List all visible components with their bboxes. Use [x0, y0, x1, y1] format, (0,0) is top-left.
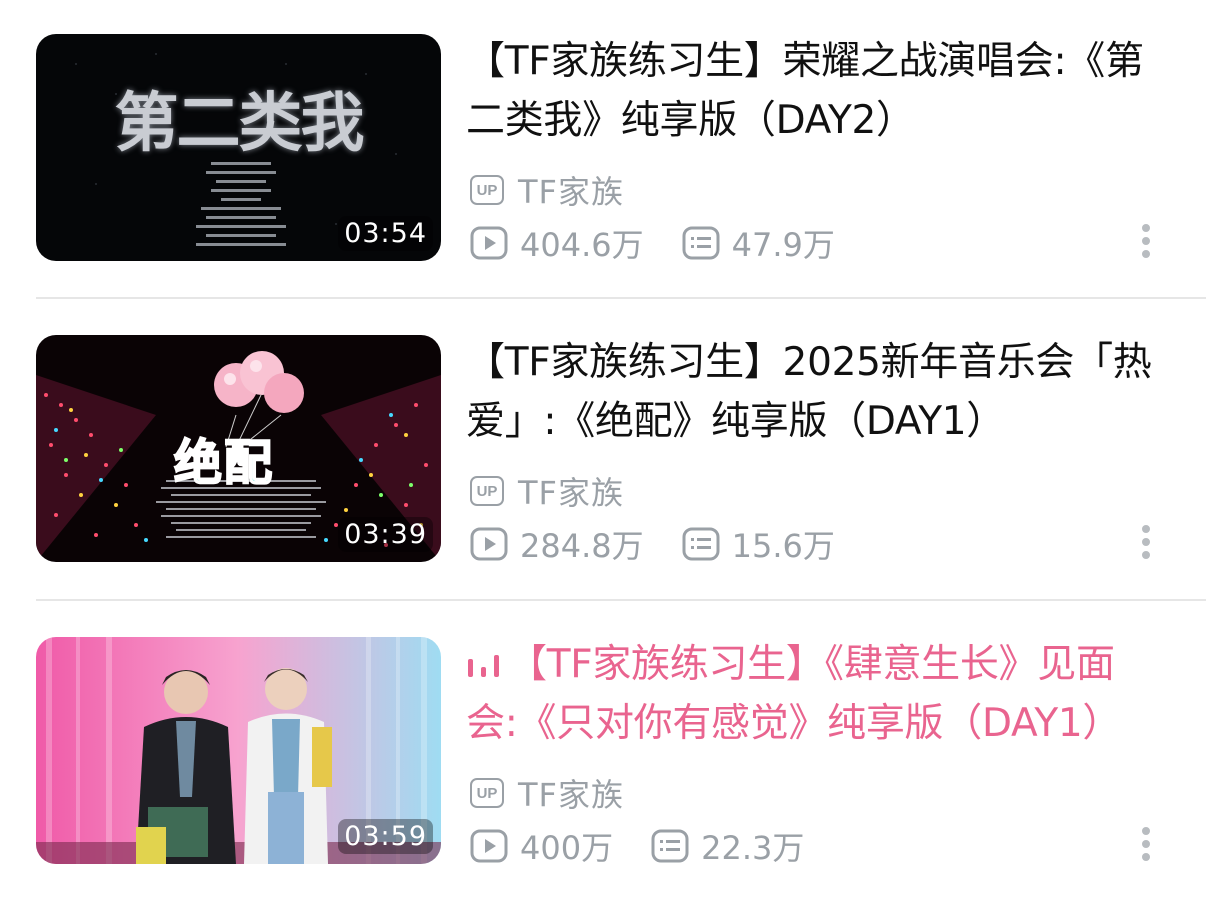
danmaku-icon	[651, 829, 689, 863]
thumbnail-caption: 第二类我	[114, 86, 365, 161]
play-icon	[470, 829, 508, 863]
uploader-name: TF家族	[518, 474, 624, 512]
video-card[interactable]: 绝配 03:39 【TF家族练习生】2025新年音乐会「热 爱」:《绝配》纯享版…	[0, 301, 1206, 601]
comments-count: 15.6万	[731, 527, 835, 565]
thumbnail-caption: 绝配	[173, 434, 275, 492]
video-title[interactable]: 【TF家族练习生】2025新年音乐会「热 爱」:《绝配》纯享版（DAY1）	[466, 333, 1166, 451]
video-title-line: 会:《只对你有感觉》纯享版（DAY1）	[466, 701, 1122, 746]
divider	[36, 599, 1206, 601]
danmaku-icon	[682, 226, 720, 260]
video-title[interactable]: 【TF家族练习生】荣耀之战演唱会:《第 二类我》纯享版（DAY2）	[466, 32, 1166, 150]
views-count: 404.6万	[520, 226, 644, 264]
up-badge-icon: UP	[470, 175, 504, 205]
up-badge-icon: UP	[470, 476, 504, 506]
video-title-line: 【TF家族练习生】《肆意生长》见面	[466, 635, 1166, 694]
video-thumbnail[interactable]: 03:59	[36, 637, 441, 864]
duration-label: 03:54	[338, 216, 433, 251]
more-vertical-icon[interactable]	[1139, 525, 1153, 565]
video-title-line: 【TF家族练习生】荣耀之战演唱会:《第	[466, 39, 1144, 84]
uploader-row[interactable]: UP TF家族	[470, 171, 624, 211]
views-count: 284.8万	[520, 527, 644, 565]
play-icon	[470, 226, 508, 260]
video-title-line-text: 【TF家族练习生】《肆意生长》见面	[508, 642, 1115, 687]
uploader-name: TF家族	[518, 173, 624, 211]
stats-row: 284.8万 15.6万	[470, 523, 835, 565]
video-title[interactable]: 【TF家族练习生】《肆意生长》见面 会:《只对你有感觉》纯享版（DAY1）	[466, 635, 1166, 753]
views-stat: 404.6万	[470, 220, 644, 266]
more-vertical-icon[interactable]	[1139, 827, 1153, 867]
up-badge-icon: UP	[470, 778, 504, 808]
video-title-line: 爱」:《绝配》纯享版（DAY1）	[466, 399, 1005, 444]
comments-count: 22.3万	[701, 829, 805, 867]
video-title-line: 二类我》纯享版（DAY2）	[466, 98, 915, 143]
comments-stat: 47.9万	[682, 220, 835, 266]
video-thumbnail[interactable]: 第二类我 03:54	[36, 34, 441, 261]
views-stat: 284.8万	[470, 521, 644, 567]
comments-stat: 15.6万	[682, 521, 835, 567]
divider	[36, 297, 1206, 299]
video-card[interactable]: 第二类我 03:54 【TF家族练习生】荣耀之战演唱会:《第 二类我》纯享版（D…	[0, 0, 1206, 300]
uploader-row[interactable]: UP TF家族	[470, 472, 624, 512]
uploader-name: TF家族	[518, 776, 624, 814]
video-title-line: 【TF家族练习生】2025新年音乐会「热	[466, 340, 1152, 385]
stats-row: 404.6万 47.9万	[470, 222, 835, 264]
more-vertical-icon[interactable]	[1139, 224, 1153, 264]
comments-count: 47.9万	[731, 226, 835, 264]
play-icon	[470, 527, 508, 561]
video-thumbnail[interactable]: 绝配 03:39	[36, 335, 441, 562]
stats-row: 400万 22.3万	[470, 825, 804, 867]
comments-stat: 22.3万	[651, 823, 804, 869]
views-count: 400万	[520, 829, 614, 867]
video-card[interactable]: 03:59 【TF家族练习生】《肆意生长》见面 会:《只对你有感觉》纯享版（DA…	[0, 603, 1206, 903]
duration-label: 03:39	[338, 517, 433, 552]
duration-label: 03:59	[338, 819, 433, 854]
danmaku-icon	[682, 527, 720, 561]
uploader-row[interactable]: UP TF家族	[470, 774, 624, 814]
playing-bars-icon	[468, 655, 499, 677]
views-stat: 400万	[470, 823, 613, 869]
